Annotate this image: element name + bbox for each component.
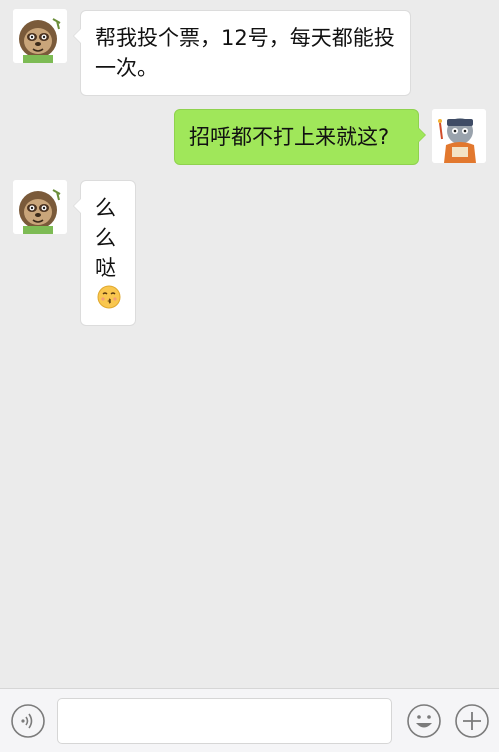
chat-area: 帮我投个票，12号，每天都能投一次。 招呼都不打上来就这? 么么哒 [0,0,499,688]
voice-icon [11,704,45,738]
message-text: 招呼都不打上来就这? [189,125,390,149]
cartoon-avatar-icon [432,109,486,163]
voice-button[interactable] [10,703,46,739]
my-avatar[interactable] [432,109,486,163]
message-text: 么么哒 [95,196,116,280]
message-text: 帮我投个票，12号，每天都能投一次。 [95,26,395,80]
more-button[interactable] [454,703,490,739]
contact-avatar[interactable] [13,9,67,63]
plus-icon [455,704,489,738]
message-bubble-incoming[interactable]: 帮我投个票，12号，每天都能投一次。 [73,10,411,96]
contact-avatar[interactable] [13,180,67,234]
sloth-avatar-icon [13,180,67,234]
emoji-button[interactable] [406,703,442,739]
smiley-icon [407,704,441,738]
sloth-avatar-icon [13,9,67,63]
input-toolbar [0,688,499,752]
message-bubble-outgoing[interactable]: 招呼都不打上来就这? [174,109,426,165]
message-bubble-incoming[interactable]: 么么哒 [73,180,136,326]
kissing-face-emoji-icon [97,285,121,309]
message-input[interactable] [57,698,392,744]
